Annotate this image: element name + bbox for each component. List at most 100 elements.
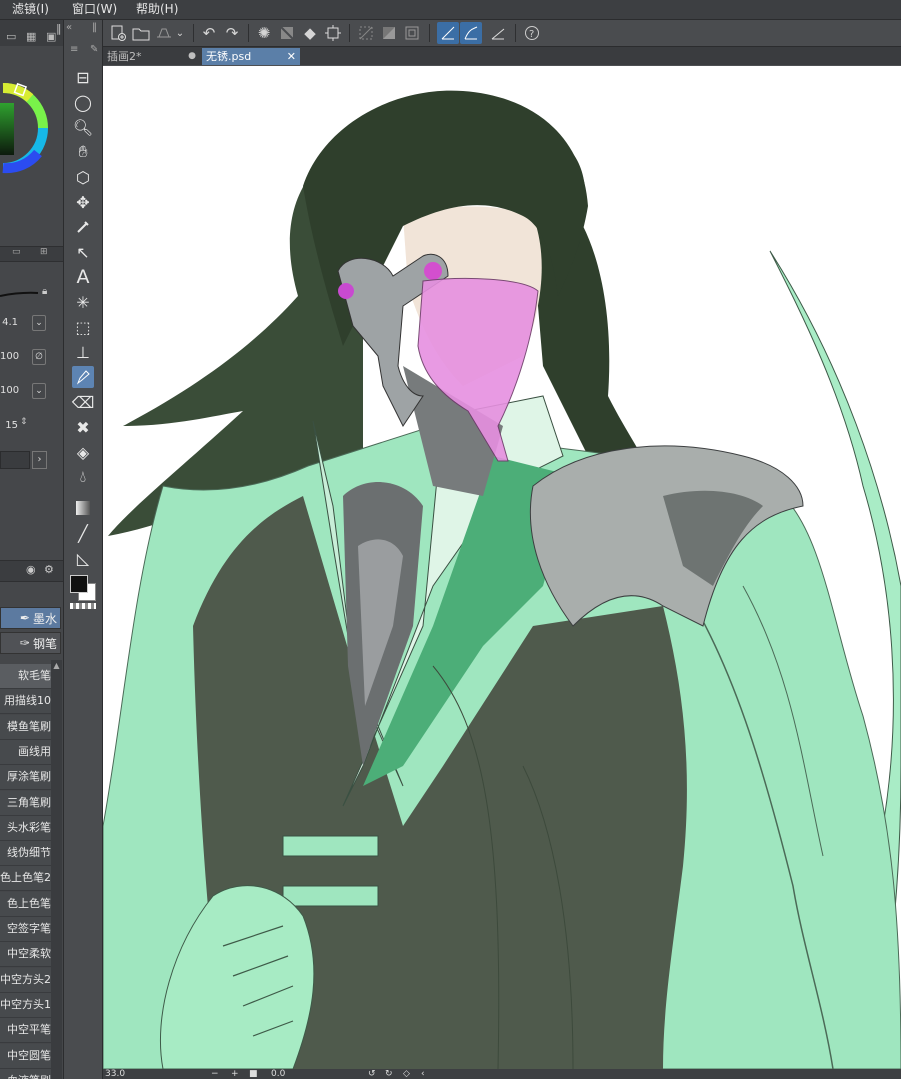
panel-tab-icon[interactable]: ▭: [12, 247, 21, 257]
brush-list-item[interactable]: 中空方头2: [0, 967, 51, 993]
ruler-icon[interactable]: ◺: [72, 547, 94, 569]
stepper-icon[interactable]: ⇕: [20, 417, 28, 427]
menu-help[interactable]: 帮助(H): [136, 0, 178, 19]
save-icon[interactable]: [153, 22, 175, 44]
brush-size-value[interactable]: 4.1: [0, 317, 18, 328]
stabilization-value[interactable]: 15: [0, 420, 18, 431]
new-file-icon[interactable]: [107, 22, 129, 44]
brush-list-item[interactable]: 画线用: [0, 739, 51, 765]
lasso-icon[interactable]: ◯: [72, 91, 94, 113]
stamp-icon[interactable]: ⊥: [72, 341, 94, 363]
rotate-left-icon[interactable]: ↺: [368, 1069, 376, 1079]
open-folder-icon[interactable]: [130, 22, 152, 44]
foreground-color-swatch[interactable]: [70, 575, 88, 593]
menu-filter[interactable]: 滤镜(I): [12, 0, 49, 19]
hand-icon[interactable]: ✋︎: [72, 141, 94, 163]
help-icon[interactable]: ?: [521, 22, 543, 44]
eraser-icon[interactable]: ⌫: [72, 391, 95, 413]
snap-ruler-icon[interactable]: [437, 22, 459, 44]
brush-list-item[interactable]: 头水彩笔: [0, 815, 51, 841]
tab-active-document[interactable]: 无锈.psd ✕: [202, 48, 300, 65]
brush-list-item[interactable]: 色上色笔: [0, 891, 51, 917]
density-value[interactable]: 100: [0, 385, 19, 396]
sub-tool-ink[interactable]: ✒ 墨水: [0, 607, 61, 629]
brush-list-scrollbar[interactable]: ▲: [51, 660, 62, 1079]
panel-layout-icon[interactable]: ▭: [6, 30, 16, 43]
layout-tool-icon[interactable]: ⊟: [72, 66, 94, 88]
brush-size-dropdown-icon[interactable]: ⌄: [32, 315, 46, 331]
panel-tab-icon[interactable]: ⊞: [40, 247, 48, 257]
operation-arrow-icon[interactable]: ↖: [72, 241, 94, 263]
brush-tip-swatch[interactable]: [0, 451, 30, 469]
density-dropdown-icon[interactable]: ⌄: [32, 383, 46, 399]
color-wheel[interactable]: [0, 48, 63, 228]
rotation-value[interactable]: 0.0: [271, 1069, 285, 1079]
opacity-value[interactable]: 100: [0, 351, 19, 362]
panel-grid-icon[interactable]: ▦: [26, 30, 36, 43]
chevron-left-icon[interactable]: ‹: [421, 1069, 425, 1079]
magic-wand-icon[interactable]: ✳: [72, 291, 94, 313]
brush-list-item[interactable]: 中空方头1: [0, 992, 51, 1018]
color-swatches[interactable]: [70, 575, 96, 601]
brush-list-item[interactable]: 中空柔软: [0, 942, 51, 968]
brush-list-item[interactable]: 模鱼笔刷: [0, 714, 51, 740]
move-icon[interactable]: ✥: [72, 191, 94, 213]
zoom-icon[interactable]: 🔍︎: [72, 116, 94, 138]
fit-icon[interactable]: ■: [249, 1069, 258, 1079]
wrench-icon[interactable]: ⚙: [44, 563, 54, 576]
panel-handle-icon[interactable]: ‖: [92, 22, 97, 33]
redo-icon[interactable]: ↷: [221, 22, 243, 44]
collapse-panel-icon[interactable]: «: [66, 22, 72, 33]
sub-tool-pen[interactable]: ✑ 钢笔: [0, 632, 61, 654]
brush-list-item[interactable]: 中空圆笔: [0, 1043, 51, 1069]
line-tool-icon[interactable]: ╱: [72, 522, 94, 544]
flip-icon[interactable]: ◇: [403, 1069, 410, 1079]
opacity-pressure-icon[interactable]: ∅: [32, 349, 46, 365]
close-icon[interactable]: ✕: [287, 48, 296, 65]
transform-icon[interactable]: [322, 22, 344, 44]
zoom-out-icon[interactable]: −: [211, 1069, 219, 1079]
panel-swatch-icon[interactable]: ▣: [46, 30, 56, 43]
settings-dial-icon[interactable]: ◉: [26, 563, 36, 576]
brush-list-item[interactable]: 色上色笔2: [0, 866, 51, 892]
eyedropper-icon[interactable]: [72, 216, 94, 238]
undo-icon[interactable]: ↶: [198, 22, 220, 44]
chevron-right-icon[interactable]: ›: [32, 451, 47, 469]
brush-list-item[interactable]: 空签字笔: [0, 917, 51, 942]
invert-selection-icon[interactable]: [378, 22, 400, 44]
text-tool-icon[interactable]: A: [72, 266, 94, 288]
brush-list-item[interactable]: 用描线10: [0, 689, 51, 715]
chevron-down-icon[interactable]: ⌄: [173, 22, 187, 44]
brush-list-item[interactable]: 厚涂笔刷: [0, 765, 51, 791]
tab-illustration[interactable]: 插画2* ●: [103, 48, 200, 65]
brush-list-item[interactable]: 中空平笔: [0, 1018, 51, 1044]
brush-list-item[interactable]: 三角笔刷: [0, 790, 51, 816]
loading-spinner-icon[interactable]: ✺: [253, 22, 275, 44]
pen-tool-icon[interactable]: [72, 366, 94, 388]
fill-icon[interactable]: ◆: [299, 22, 321, 44]
brush-list-item[interactable]: 线伪细节: [0, 841, 51, 867]
transparent-color-swatch[interactable]: [70, 603, 96, 609]
deselect-icon[interactable]: [355, 22, 377, 44]
brush-list-item[interactable]: 软毛笔: [0, 664, 51, 689]
gradient-icon[interactable]: [72, 497, 94, 519]
marquee-icon[interactable]: ⬚: [72, 316, 94, 338]
fill-bucket-icon[interactable]: ◈: [72, 441, 94, 463]
rotate-right-icon[interactable]: ↻: [385, 1069, 393, 1079]
scroll-up-icon[interactable]: ▲: [52, 661, 61, 671]
object-select-icon[interactable]: ⬡: [72, 166, 94, 188]
menu-window[interactable]: 窗口(W): [72, 0, 117, 19]
droplet-icon[interactable]: 💧︎: [72, 466, 94, 488]
canvas[interactable]: [103, 66, 901, 1069]
brush-list-item[interactable]: 血液笔刷: [0, 1068, 51, 1079]
tool-menu-icon[interactable]: ≡: [70, 44, 78, 55]
blend-tool-icon[interactable]: ✖: [72, 416, 94, 438]
lock-icon[interactable]: 🔒︎: [42, 286, 47, 297]
panel-menu-icon[interactable]: ‖: [56, 22, 62, 35]
snap-grid-icon[interactable]: [487, 22, 509, 44]
zoom-value[interactable]: 33.0: [105, 1069, 125, 1079]
clear-layer-icon[interactable]: [276, 22, 298, 44]
zoom-in-icon[interactable]: +: [231, 1069, 239, 1079]
snap-special-ruler-icon[interactable]: [460, 22, 482, 44]
selection-border-icon[interactable]: [401, 22, 423, 44]
